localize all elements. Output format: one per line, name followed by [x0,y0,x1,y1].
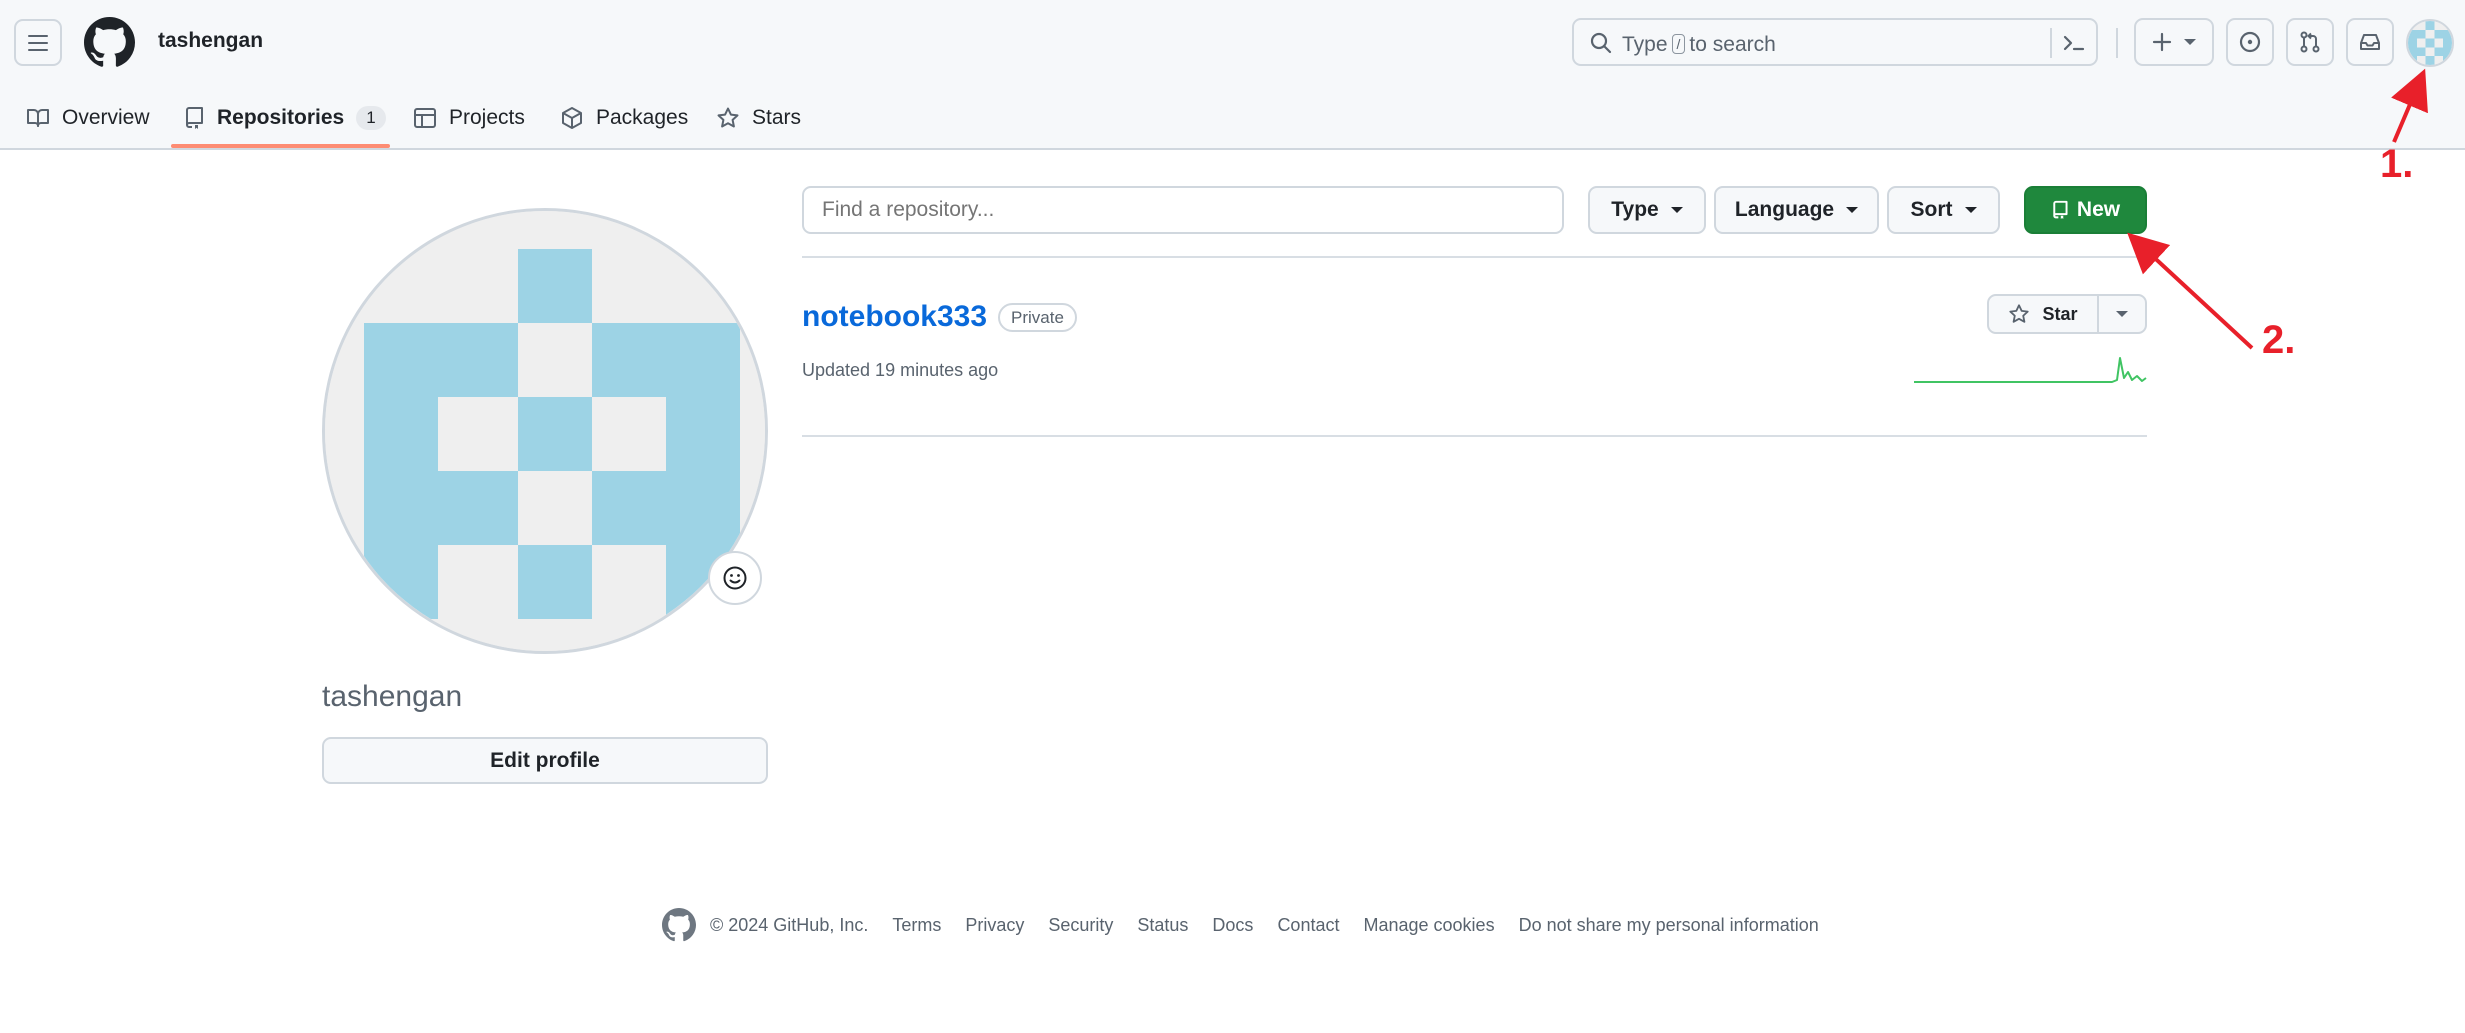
footer-link-docs[interactable]: Docs [1212,915,1253,936]
arrow-to-avatar [2391,68,2428,143]
footer-link-manage-cookies[interactable]: Manage cookies [1363,915,1494,936]
footer-link-terms[interactable]: Terms [892,915,941,936]
footer-link-privacy[interactable]: Privacy [965,915,1024,936]
arrow-to-new-button [2127,232,2254,350]
annotation-arrows [2127,68,2428,350]
footer-link-security[interactable]: Security [1048,915,1113,936]
annotation-step-1: 1. [2380,142,2414,186]
footer-copyright: © 2024 GitHub, Inc. [710,914,869,935]
github-logo-icon[interactable] [662,908,696,942]
footer-link-do-not-share[interactable]: Do not share my personal information [1519,915,1819,936]
annotation-step-2: 2. [2262,318,2296,362]
footer-link-contact[interactable]: Contact [1277,915,1339,936]
footer-link-status[interactable]: Status [1137,915,1188,936]
site-footer: © 2024 GitHub, Inc. Terms Privacy Securi… [662,905,1843,945]
